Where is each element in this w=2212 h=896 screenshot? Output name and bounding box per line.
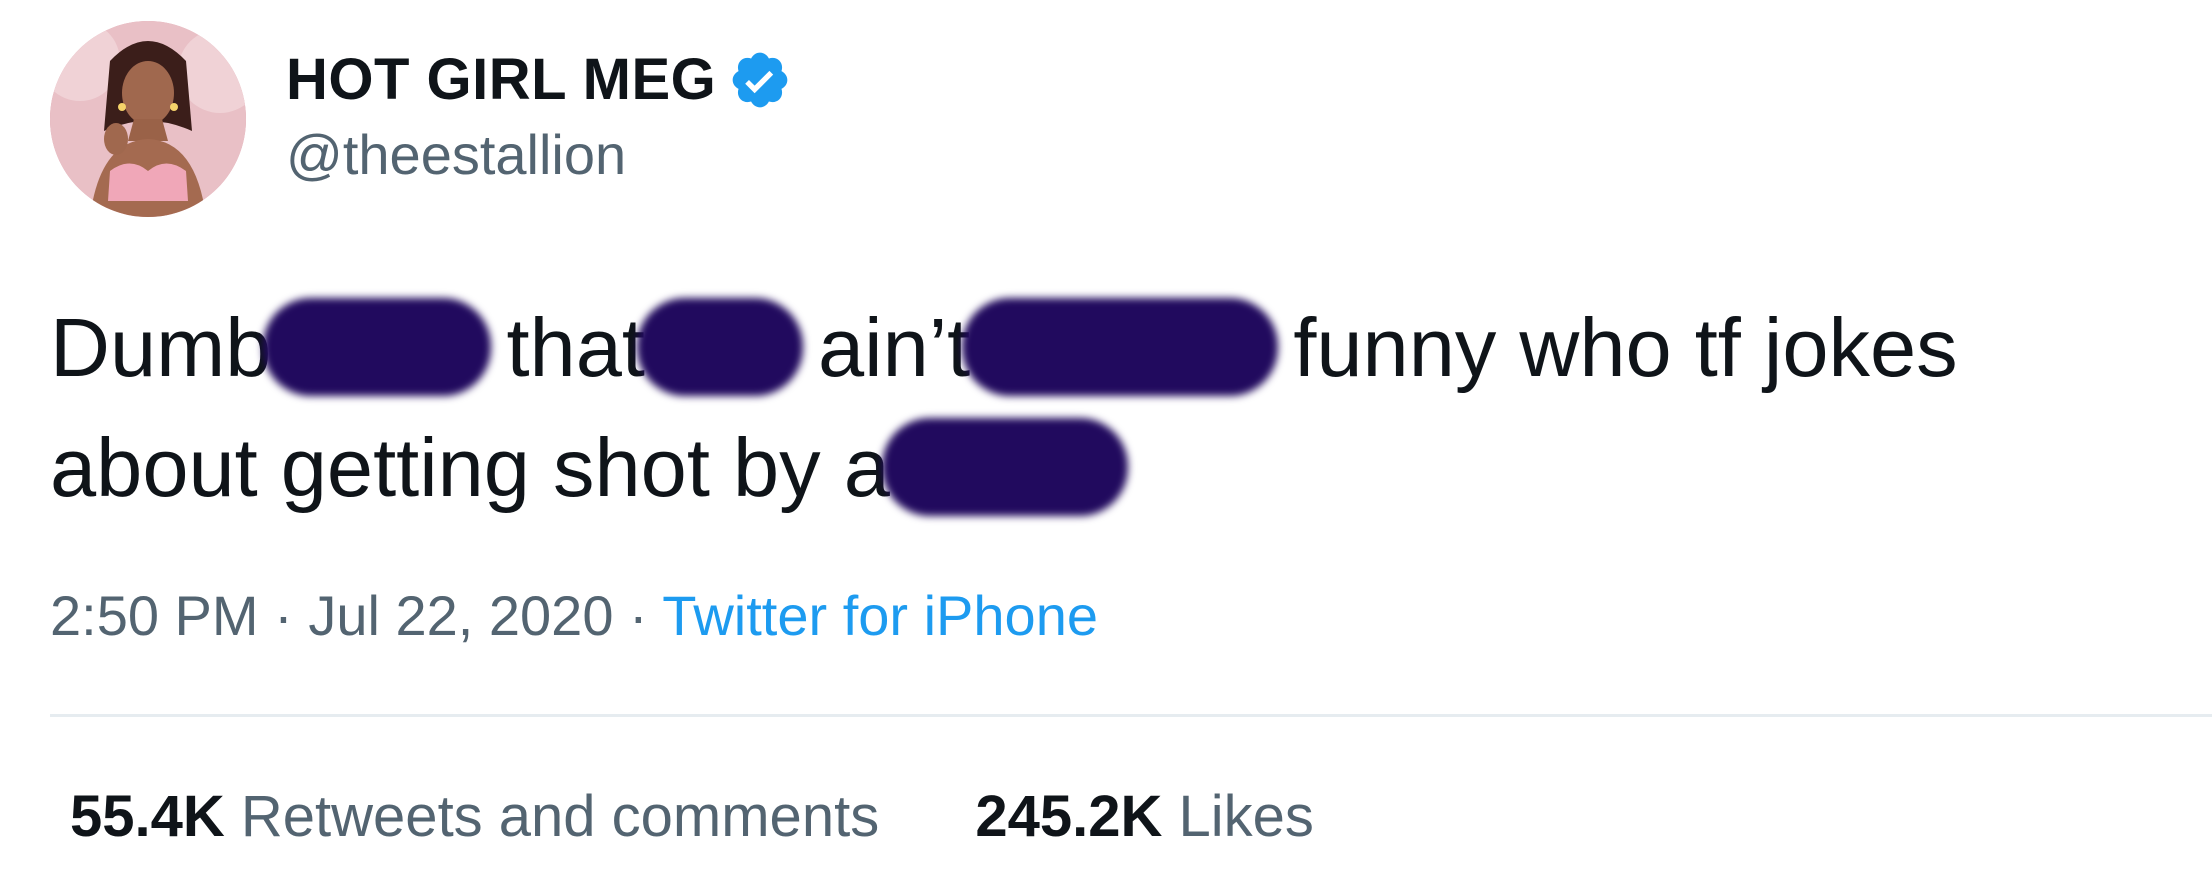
display-name[interactable]: HOT GIRL MEG (286, 48, 716, 112)
likes-count: 245.2K (975, 784, 1163, 849)
user-handle[interactable]: @theestallion (286, 123, 626, 187)
tweet-stats: 55.4K Retweets and comments 245.2K Likes (70, 785, 1394, 849)
retweets-label: Retweets and comments (240, 784, 880, 849)
tweet-text: Dumb that ain’t funny who tf jokes about… (50, 288, 2190, 528)
tweet-text-line-1: Dumb that ain’t funny who tf jokes (50, 288, 2190, 408)
tweet-metadata: 2:50 PM · Jul 22, 2020 · Twitter for iPh… (50, 584, 1098, 648)
tweet-time[interactable]: 2:50 PM (50, 584, 259, 647)
retweets-count: 55.4K (70, 784, 225, 849)
retweets-stat[interactable]: 55.4K Retweets and comments (70, 785, 879, 849)
avatar[interactable] (50, 21, 246, 217)
verified-badge-icon (732, 52, 788, 108)
profile-photo-icon (50, 21, 246, 217)
name-row: HOT GIRL MEG (286, 48, 792, 112)
tweet-text-line-2: about getting shot by a (50, 408, 2190, 528)
tweet-word: that (506, 301, 645, 394)
separator-dot: · (613, 584, 663, 647)
divider (50, 714, 2212, 717)
tweet-word: funny who tf jokes (1293, 301, 1958, 394)
tweet-card: HOT GIRL MEG @theestallion Dumb that ain… (0, 0, 2212, 896)
likes-stat[interactable]: 245.2K Likes (975, 785, 1314, 849)
redaction-mark (636, 298, 803, 396)
tweet-word: about getting shot by a (50, 421, 890, 514)
separator-dot: · (258, 584, 309, 647)
tweet-word: ain’t (817, 301, 971, 394)
likes-label: Likes (1178, 784, 1314, 849)
redaction-mark (263, 298, 492, 396)
redaction-mark (962, 298, 1279, 396)
tweet-source-link[interactable]: Twitter for iPhone (662, 584, 1098, 647)
tweet-word: Dumb (50, 301, 272, 394)
tweet-date[interactable]: Jul 22, 2020 (308, 584, 613, 647)
redaction-mark (881, 418, 1128, 516)
